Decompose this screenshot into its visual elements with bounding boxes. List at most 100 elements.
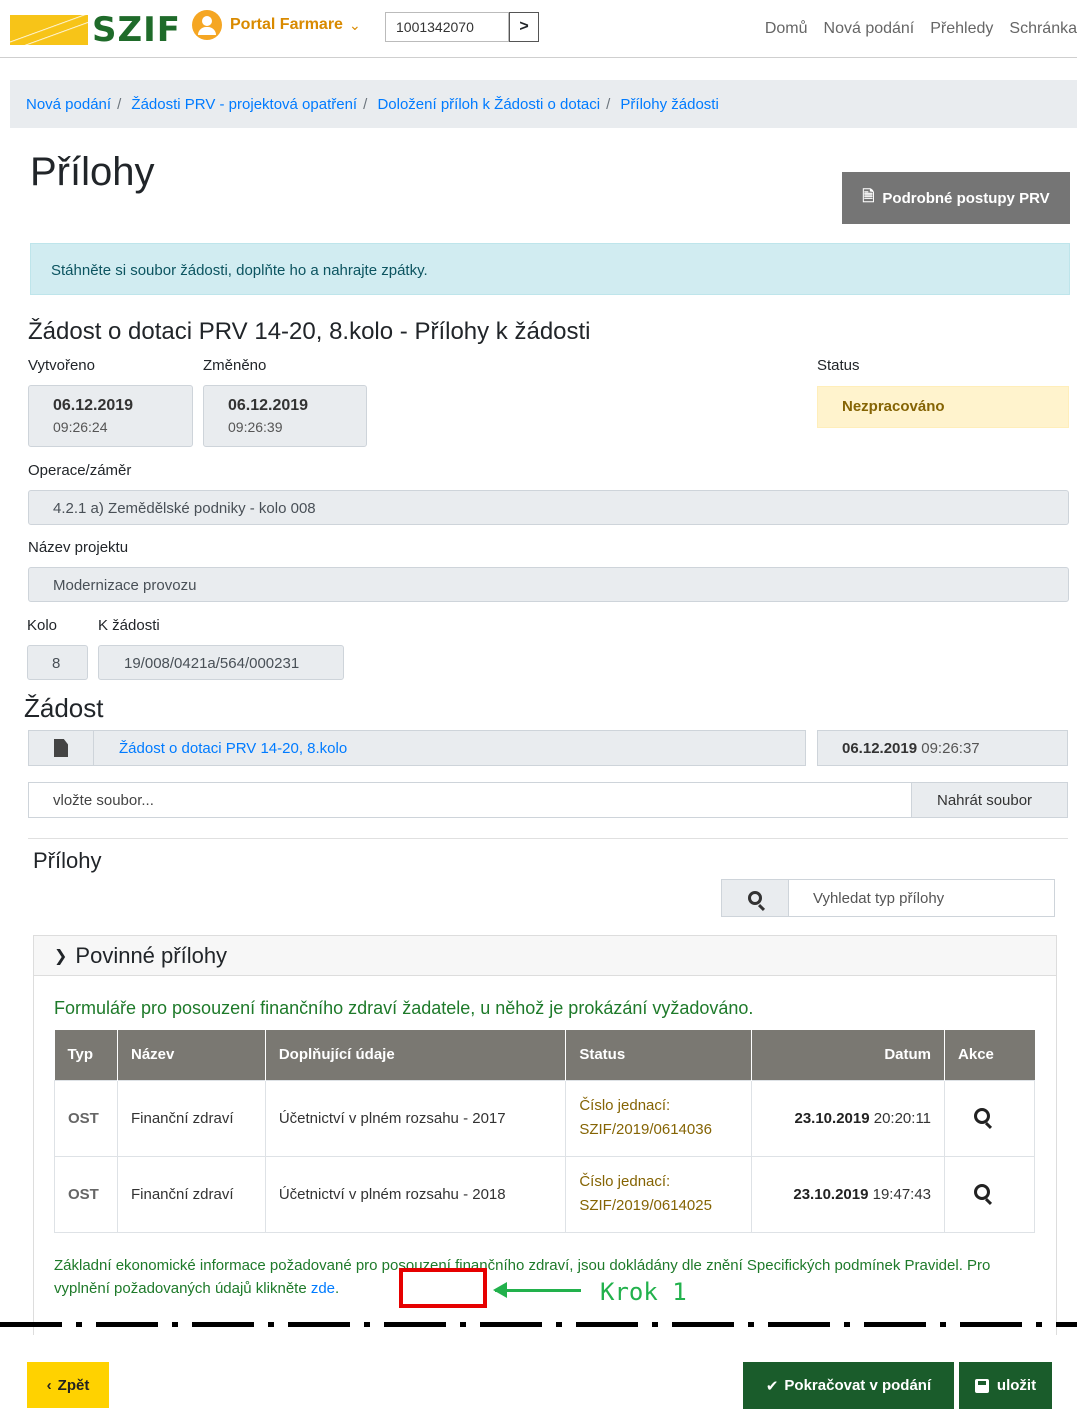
operation-label: Operace/záměr bbox=[28, 462, 132, 479]
zadost-file-row: Žádost o dotaci PRV 14-20, 8.kolo bbox=[28, 730, 806, 766]
cell-nazev: Finanční zdraví bbox=[116, 1155, 266, 1233]
szif-logo[interactable]: SZIF bbox=[10, 10, 181, 50]
breadcrumb-item[interactable]: Žádosti PRV - projektová opatření bbox=[131, 96, 357, 113]
col-nazev: Název bbox=[117, 1030, 266, 1080]
cell-typ: OST bbox=[54, 1079, 118, 1157]
continue-button[interactable]: ✔ Pokračovat v podání bbox=[743, 1362, 954, 1409]
zde-link[interactable]: zde bbox=[311, 1280, 335, 1297]
search-icon bbox=[748, 891, 762, 905]
attachment-search: Vyhledat typ přílohy bbox=[721, 879, 1055, 917]
cell-status: Číslo jednací: SZIF/2019/0614036 bbox=[565, 1079, 753, 1157]
cell-akce bbox=[944, 1079, 1035, 1157]
highlight-box bbox=[399, 1268, 487, 1308]
required-attachments-card: ❯ Povinné přílohy Formuláře pro posouzen… bbox=[33, 935, 1057, 1335]
save-label: uložit bbox=[996, 1377, 1037, 1394]
step-label: Krok 1 bbox=[600, 1278, 687, 1306]
created-date: 06.12.2019 bbox=[53, 397, 134, 414]
arrow-left-icon bbox=[493, 1282, 581, 1298]
created-label: Vytvořeno bbox=[28, 357, 95, 374]
breadcrumb-item[interactable]: Přílohy žádosti bbox=[620, 96, 718, 113]
col-datum: Datum bbox=[751, 1030, 946, 1080]
save-button[interactable]: uložit bbox=[959, 1362, 1052, 1409]
pdf-icon: 🗎 bbox=[862, 187, 875, 205]
nav-nova-podani[interactable]: Nová podání bbox=[824, 20, 915, 38]
table-row: OST Finanční zdraví Účetnictví v plném r… bbox=[54, 1155, 1035, 1233]
portal-label: Portal Farmare bbox=[230, 16, 343, 33]
ref-label: K žádosti bbox=[98, 617, 160, 634]
back-button[interactable]: ‹ Zpět bbox=[27, 1362, 109, 1408]
check-icon: ✔ bbox=[765, 1377, 779, 1395]
breadcrumb: Nová podání / Žádosti PRV - projektová op… bbox=[10, 80, 1077, 128]
nav-prehledy[interactable]: Přehledy bbox=[930, 20, 993, 38]
table-row: OST Finanční zdraví Účetnictví v plném r… bbox=[54, 1079, 1035, 1157]
operation-field: 4.2.1 a) Zemědělské podniky - kolo 008 bbox=[28, 490, 1069, 525]
cell-datum: 23.10.2019 19:47:43 bbox=[751, 1155, 946, 1233]
chevron-right-icon: > bbox=[519, 18, 529, 35]
changed-date: 06.12.2019 bbox=[228, 397, 309, 414]
cell-udaje: Účetnictví v plném rozsahu - 2018 bbox=[264, 1155, 567, 1233]
page-title: Přílohy bbox=[30, 150, 155, 194]
section-title: Povinné přílohy bbox=[75, 942, 228, 968]
top-nav: Domů Nová podání Přehledy Schránka bbox=[765, 20, 1077, 38]
project-label: Název projektu bbox=[28, 539, 129, 556]
zadost-file-link[interactable]: Žádost o dotaci PRV 14-20, 8.kolo bbox=[119, 740, 347, 757]
upload-placeholder: vložte soubor... bbox=[53, 792, 154, 809]
nav-domu[interactable]: Domů bbox=[765, 20, 808, 38]
back-label: Zpět bbox=[57, 1376, 90, 1394]
zadost-title: Žádost bbox=[24, 693, 104, 723]
created-field: 06.12.2019 09:26:24 bbox=[28, 385, 193, 447]
financial-health-info: Základní ekonomické informace požadované… bbox=[54, 1257, 991, 1297]
changed-label: Změněno bbox=[203, 357, 267, 374]
required-attachments-toggle[interactable]: ❯ Povinné přílohy bbox=[34, 936, 1056, 976]
changed-field: 06.12.2019 09:26:39 bbox=[203, 385, 367, 447]
info-alert: Stáhněte si soubor žádosti, doplňte ho a… bbox=[30, 243, 1070, 295]
cell-nazev: Finanční zdraví bbox=[116, 1079, 266, 1157]
logo-text: SZIF bbox=[92, 10, 182, 50]
cell-status: Číslo jednací: SZIF/2019/0614025 bbox=[565, 1155, 753, 1233]
client-id-input[interactable]: 1001342070 bbox=[385, 12, 509, 42]
request-title: Žádost o dotaci PRV 14-20, 8.kolo - Příl… bbox=[28, 318, 591, 345]
postupy-label: Podrobné postupy PRV bbox=[882, 189, 1050, 207]
logo-field-icon bbox=[10, 15, 88, 45]
user-icon bbox=[192, 10, 222, 40]
col-typ: Typ bbox=[54, 1030, 118, 1080]
col-udaje: Doplňující údaje bbox=[265, 1030, 567, 1080]
file-upload[interactable]: vložte soubor... Nahrát soubor bbox=[28, 782, 1068, 818]
breadcrumb-item[interactable]: Nová podání bbox=[26, 96, 111, 113]
continue-label: Pokračovat v podání bbox=[784, 1377, 932, 1394]
cell-typ: OST bbox=[54, 1155, 118, 1233]
postupy-prv-button[interactable]: 🗎 Podrobné postupy PRV bbox=[842, 172, 1070, 224]
col-status: Status bbox=[565, 1030, 753, 1080]
changed-time: 09:26:39 bbox=[228, 419, 283, 435]
ref-field: 19/008/0421a/564/000231 bbox=[98, 645, 344, 680]
breadcrumb-item[interactable]: Doložení příloh k Žádosti o dotaci bbox=[377, 96, 600, 113]
attachments-table: Typ Název Doplňující údaje Status Datum … bbox=[54, 1030, 1035, 1233]
file-date: 06.12.2019 bbox=[842, 740, 918, 757]
cell-datum: 23.10.2019 20:20:11 bbox=[751, 1079, 946, 1157]
cell-udaje: Účetnictví v plném rozsahu - 2017 bbox=[264, 1079, 567, 1157]
attachments-title: Přílohy bbox=[33, 848, 102, 873]
go-button[interactable]: > bbox=[509, 12, 539, 42]
upload-button[interactable]: Nahrát soubor bbox=[911, 783, 1067, 817]
save-icon bbox=[974, 1378, 989, 1393]
top-bar: SZIF Portal Farmare ⌄ 1001342070 > Domů … bbox=[0, 0, 1077, 58]
cut-line bbox=[0, 1322, 1077, 1327]
col-akce: Akce bbox=[944, 1030, 1035, 1080]
portal-menu[interactable]: Portal Farmare ⌄ bbox=[192, 10, 361, 40]
cell-akce bbox=[944, 1155, 1035, 1233]
project-field: Modernizace provozu bbox=[28, 567, 1069, 602]
zadost-file-date: 06.12.2019 09:26:37 bbox=[817, 730, 1068, 766]
view-detail-icon[interactable] bbox=[974, 1184, 991, 1200]
search-button[interactable] bbox=[721, 879, 789, 917]
view-detail-icon[interactable] bbox=[974, 1108, 991, 1124]
chevron-down-icon: ❯ bbox=[54, 947, 68, 965]
group-title: Formuláře pro posouzení finančního zdrav… bbox=[54, 998, 754, 1018]
created-time: 09:26:24 bbox=[53, 419, 108, 435]
nav-schranka[interactable]: Schránka bbox=[1009, 20, 1077, 38]
pdf-file-icon bbox=[54, 739, 68, 757]
file-time: 09:26:37 bbox=[921, 740, 980, 757]
chevron-down-icon: ⌄ bbox=[348, 16, 361, 33]
status-badge: Nezpracováno bbox=[817, 386, 1069, 428]
round-label: Kolo bbox=[27, 617, 58, 634]
search-input[interactable]: Vyhledat typ přílohy bbox=[789, 879, 1055, 917]
